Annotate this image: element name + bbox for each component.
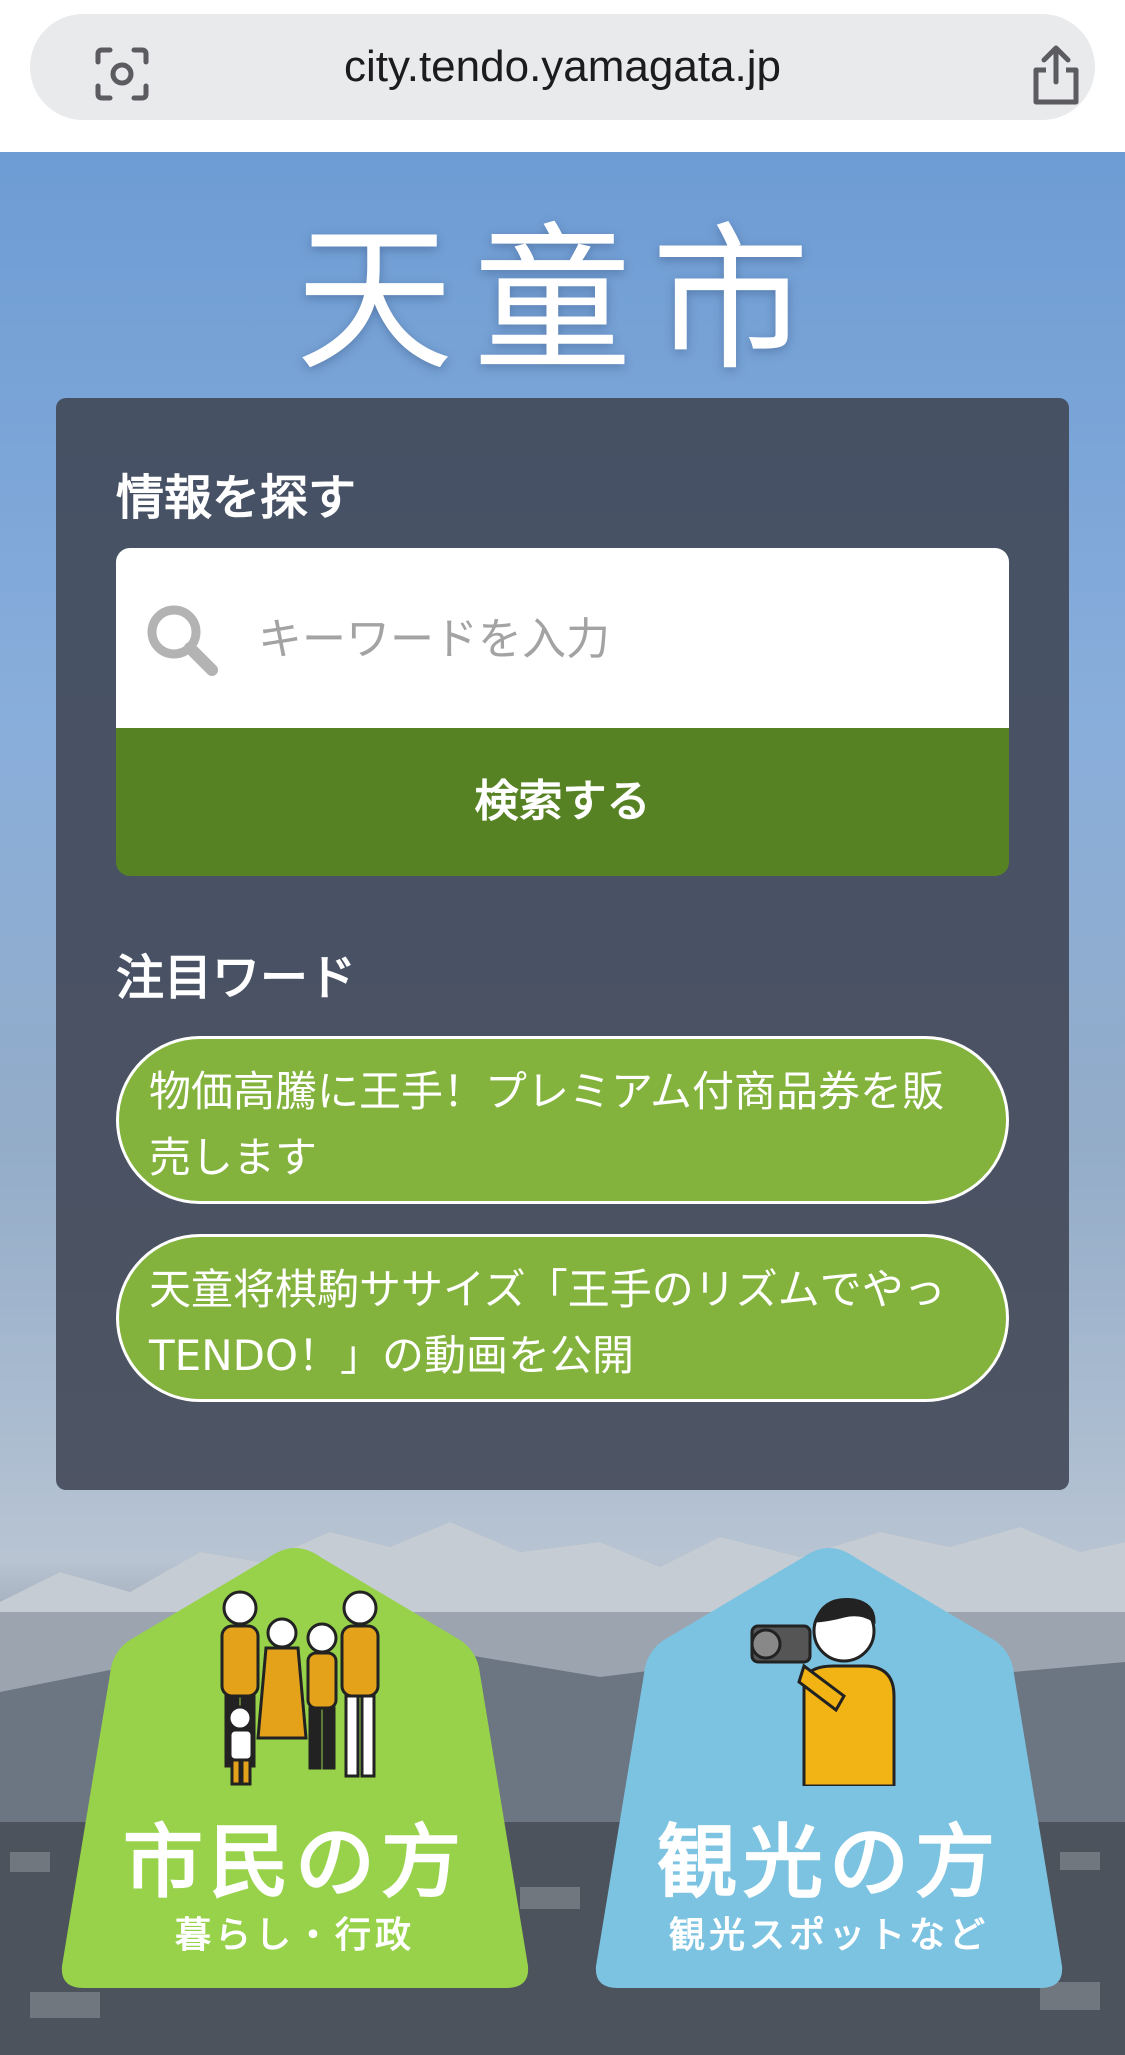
search-heading: 情報を探す <box>116 470 357 526</box>
tourists-button[interactable]: 観光の方 観光スポットなど <box>594 1548 1064 1988</box>
search-icon <box>147 605 218 676</box>
residents-title: 市民の方 <box>123 1815 467 1909</box>
family-illustration <box>220 1590 380 1786</box>
url-text: city.tendo.yamagata.jp <box>344 42 781 91</box>
featured-word-link[interactable]: 物価高騰に王手！プレミアム付商品券を販売します <box>116 1036 1009 1204</box>
share-icon[interactable] <box>1026 42 1086 108</box>
residents-button[interactable]: 市民の方 暮らし・行政 <box>60 1548 530 1988</box>
search-panel: 情報を探す 検索する 注目ワード 物価高騰に王手！プレミアム付商品券を販売します… <box>56 398 1069 1490</box>
browser-bar: city.tendo.yamagata.jp <box>0 0 1125 152</box>
hero-background: 天童市 情報を探す 検索する 注目ワード 物価高騰に王手！プレミアム付商品券を販… <box>0 152 1125 2055</box>
tourists-title: 観光の方 <box>657 1815 1001 1909</box>
search-input[interactable] <box>256 588 980 690</box>
featured-words-heading: 注目ワード <box>116 950 357 1006</box>
site-logo[interactable]: 天童市 <box>0 172 1125 401</box>
search-button[interactable]: 検索する <box>116 728 1009 876</box>
photographer-illustration <box>750 1597 896 1786</box>
search-box[interactable] <box>116 548 1009 728</box>
tourists-subtitle: 観光スポットなど <box>668 1915 989 1956</box>
residents-subtitle: 暮らし・行政 <box>174 1915 415 1956</box>
address-bar[interactable]: city.tendo.yamagata.jp <box>30 14 1095 120</box>
featured-word-link[interactable]: 天童将棋駒ササイズ「王手のリズムでやっTENDO！」の動画を公開 <box>116 1234 1009 1402</box>
